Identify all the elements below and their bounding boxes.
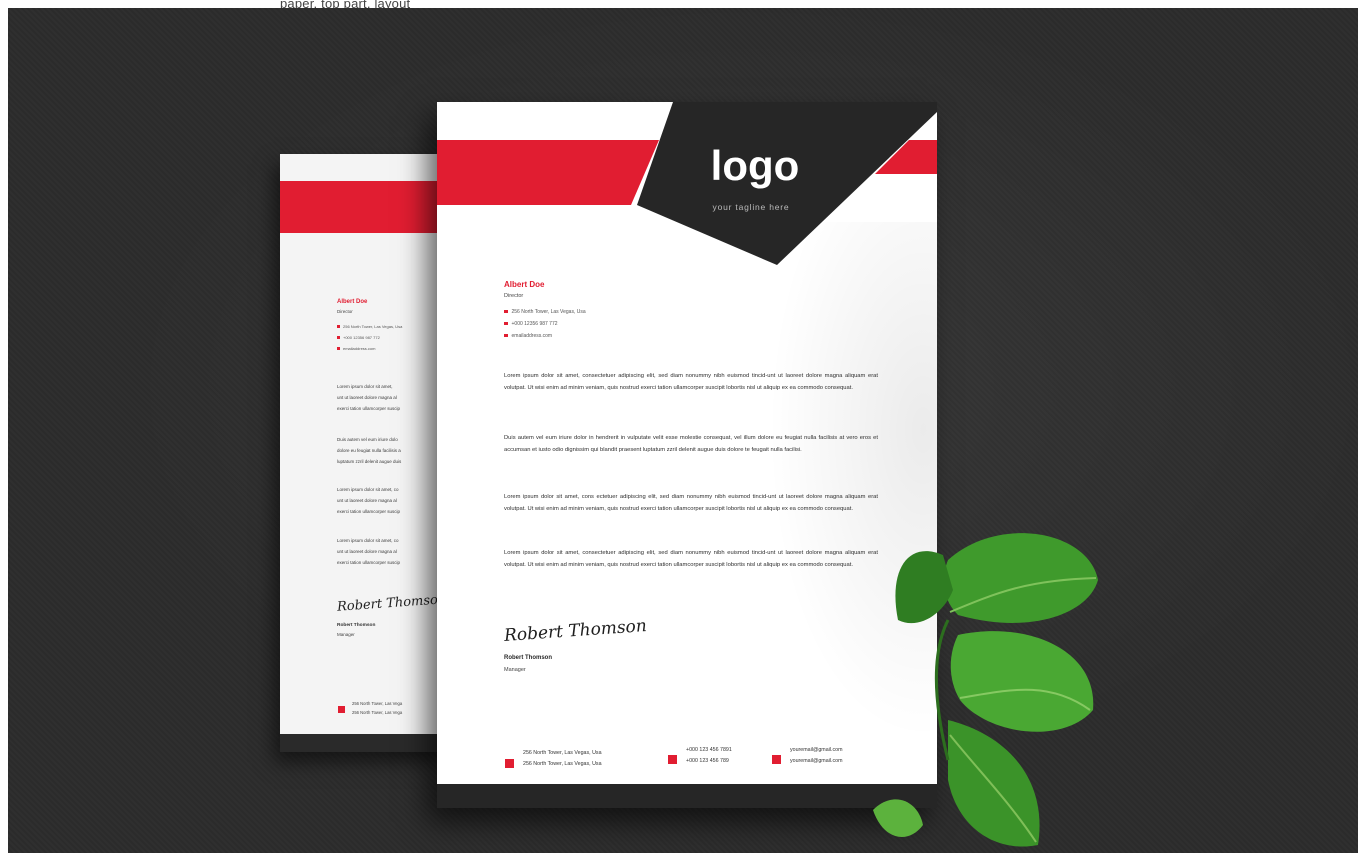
contact-text: 256 North Tower, Las Vegas, Usa — [343, 324, 403, 329]
footer-phone: +000 123 456 7891 +000 123 456 789 — [686, 745, 732, 767]
signature: Robert Thomson — [503, 616, 648, 646]
phone-icon — [504, 321, 508, 326]
tagline-text: your tagline here — [713, 202, 790, 212]
mail-icon — [337, 347, 340, 351]
back-line: Lorem ipsum dolor sit amet, — [337, 384, 393, 389]
phone-icon — [337, 336, 340, 340]
back-signature: Robert Thomson — [336, 592, 447, 615]
body-paragraph: Lorem ipsum dolor sit amet, consectetuer… — [504, 373, 878, 391]
footer-email: youremail@gmail.com youremail@gmail.com — [790, 745, 842, 767]
sender-title: Director — [504, 293, 524, 299]
plant-leaves-decoration — [873, 533, 1098, 847]
footer-address-line: 256 North Tower, Las Vegas, Usa — [523, 761, 602, 767]
leaf-icon — [873, 799, 923, 837]
logo-text: logo — [711, 142, 800, 189]
back-line: unt ut laoreet dolore magna al — [337, 549, 397, 554]
back-signer-name: Robert Thomson — [337, 623, 376, 628]
back-sender-title: Director — [337, 309, 353, 314]
body-paragraph: Lorem ipsum dolor sit amet, cons ectetue… — [504, 494, 878, 512]
back-line: Duis autem vel eum iriure dolo — [337, 437, 398, 442]
back-paragraph: Lorem ipsum dolor sit amet, co unt ut la… — [337, 484, 450, 517]
back-line: dolore eu feugiat nulla facilisis a — [337, 448, 401, 453]
contact-text: emailaddress.com — [343, 346, 376, 351]
back-contact-phone: +000 12356 987 772 — [337, 335, 380, 340]
back-line: luptatum zzril delenit augue duis — [337, 459, 402, 464]
back-paragraph: Lorem ipsum dolor sit amet, unt ut laore… — [337, 381, 450, 414]
footer-address-line: 256 North Tower, Las Vegas, Usa — [523, 750, 602, 756]
back-line: unt ut laoreet dolore magna al — [337, 395, 397, 400]
map-pin-icon — [337, 325, 340, 329]
back-line: exerci tation ullamcorper suscip — [337, 406, 401, 411]
mail-icon — [772, 755, 781, 764]
signer-name: Robert Thomson — [504, 655, 552, 661]
back-contact-email: emailaddress.com — [337, 346, 375, 351]
mail-icon — [504, 333, 508, 338]
contact-address: 256 North Tower, Las Vegas, Usa — [504, 309, 586, 315]
contact-text: +000 12356 987 772 — [343, 335, 380, 340]
dark-backdrop: Albert Doe Director 256 North Tower, Las… — [8, 8, 1358, 853]
contact-text: emailaddress.com — [511, 333, 553, 339]
back-footer-line: 256 North Tower, Las Vega — [352, 710, 403, 715]
back-paragraph: Duis autem vel eum iriure dolo dolore eu… — [337, 434, 450, 467]
map-pin-icon — [504, 309, 508, 314]
leaf-icon — [895, 551, 953, 624]
back-line: unt ut laoreet dolore magna al — [337, 498, 397, 503]
sender-name: Albert Doe — [504, 280, 545, 289]
signer-role: Manager — [504, 667, 526, 673]
back-footer-line: 256 North Tower, Las Vega — [352, 701, 403, 706]
footer-email-line: youremail@gmail.com — [790, 747, 843, 753]
footer-address: 256 North Tower, Las Vegas, Usa 256 Nort… — [523, 748, 602, 770]
body-paragraph: Lorem ipsum dolor sit amet, consectetuer… — [504, 550, 878, 568]
top-text-fragment: paper, top part, layout — [280, 0, 411, 8]
left-red-band — [437, 140, 659, 205]
back-line: Lorem ipsum dolor sit amet, co — [337, 487, 399, 492]
phone-icon — [668, 755, 677, 764]
contact-text: +000 12356 987 772 — [511, 321, 558, 327]
back-sheet-content: Albert Doe Director 256 North Tower, Las… — [280, 8, 450, 853]
back-contact-address: 256 North Tower, Las Vegas, Usa — [337, 324, 402, 329]
body-paragraph: Duis autem vel eum iriure dolor in hendr… — [504, 435, 878, 453]
back-paragraph: Lorem ipsum dolor sit amet, co unt ut la… — [337, 535, 450, 568]
footer-email-line: youremail@gmail.com — [790, 758, 843, 764]
contact-text: 256 North Tower, Las Vegas, Usa — [511, 309, 586, 315]
contact-email: emailaddress.com — [504, 333, 552, 339]
leaf-icon — [950, 631, 1094, 732]
footer-phone-line: +000 123 456 789 — [686, 758, 729, 764]
back-sender-name: Albert Doe — [337, 299, 368, 305]
footer-phone-line: +000 123 456 7891 — [686, 747, 732, 753]
contact-phone: +000 12356 987 772 — [504, 321, 558, 327]
back-line: exerci tation ullamcorper suscip — [337, 560, 401, 565]
back-signer-role: Manager — [337, 632, 355, 637]
location-icon — [338, 706, 345, 713]
stem-icon — [935, 619, 950, 761]
letterhead-header-graphic: logo your tagline here — [437, 102, 937, 265]
location-icon — [505, 759, 514, 768]
back-line: exerci tation ullamcorper suscip — [337, 509, 401, 514]
back-line: Lorem ipsum dolor sit amet, co — [337, 538, 399, 543]
